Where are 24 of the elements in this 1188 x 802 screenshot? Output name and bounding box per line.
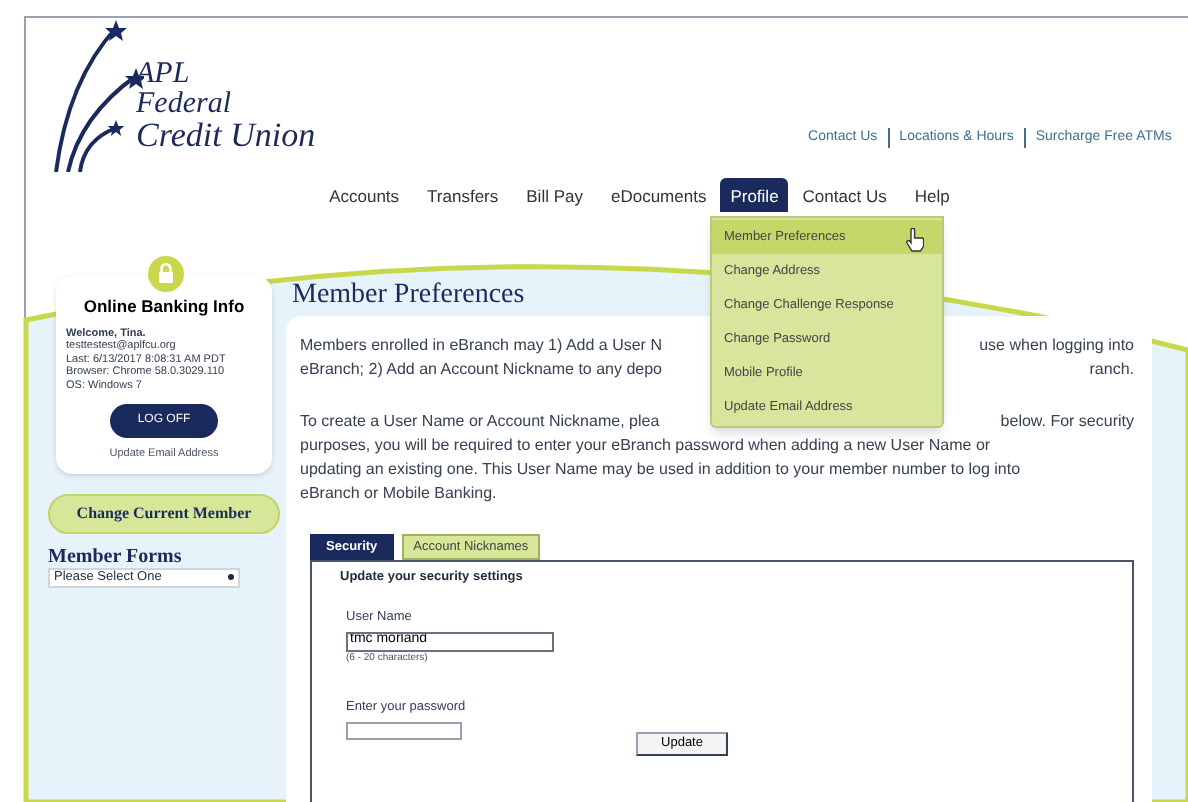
nav-tab[interactable]: Transfers <box>413 183 513 213</box>
password-field[interactable] <box>346 721 462 740</box>
nav-tab[interactable]: eDocuments <box>596 183 721 213</box>
logo-text: Federal <box>136 90 233 120</box>
paragraph-text: To create a User Name or Account Nickname, plea <box>300 410 660 434</box>
nav-tab[interactable]: Profile <box>720 177 789 213</box>
section-title: Member Forms <box>48 545 184 567</box>
nav-tab[interactable]: Contact Us <box>788 183 901 213</box>
nav-tab[interactable]: Accounts <box>315 183 414 213</box>
paragraph-text: updating an existing one. This User Name may be used in addition to your member number to log into <box>300 458 1023 482</box>
page-title: Member Preferences <box>292 280 525 312</box>
paragraph-text: eBranch or Mobile Banking. <box>300 482 499 506</box>
paragraph-text: Members enrolled in eBranch may 1) Add a User N <box>300 334 662 358</box>
nav-tab[interactable]: Help <box>900 183 964 213</box>
nav-tab[interactable]: Bill Pay <box>512 183 597 213</box>
paragraph-text: purposes, you will be required to enter your eBranch password when adding a new User Name or <box>300 434 993 458</box>
logo-text: Credit Union <box>136 120 316 150</box>
paragraph-text: use when logging into <box>979 334 1134 358</box>
paragraph-text: eBranch; 2) Add an Account Nickname to any depo <box>300 358 663 382</box>
hand-cursor-icon <box>906 228 924 252</box>
panel-title: Online Banking Info <box>81 294 247 320</box>
change-member-button[interactable]: Change Current Member <box>48 493 280 533</box>
paragraph-text: ranch. <box>1089 358 1134 382</box>
paragraph-text: below. For security <box>1000 410 1134 434</box>
